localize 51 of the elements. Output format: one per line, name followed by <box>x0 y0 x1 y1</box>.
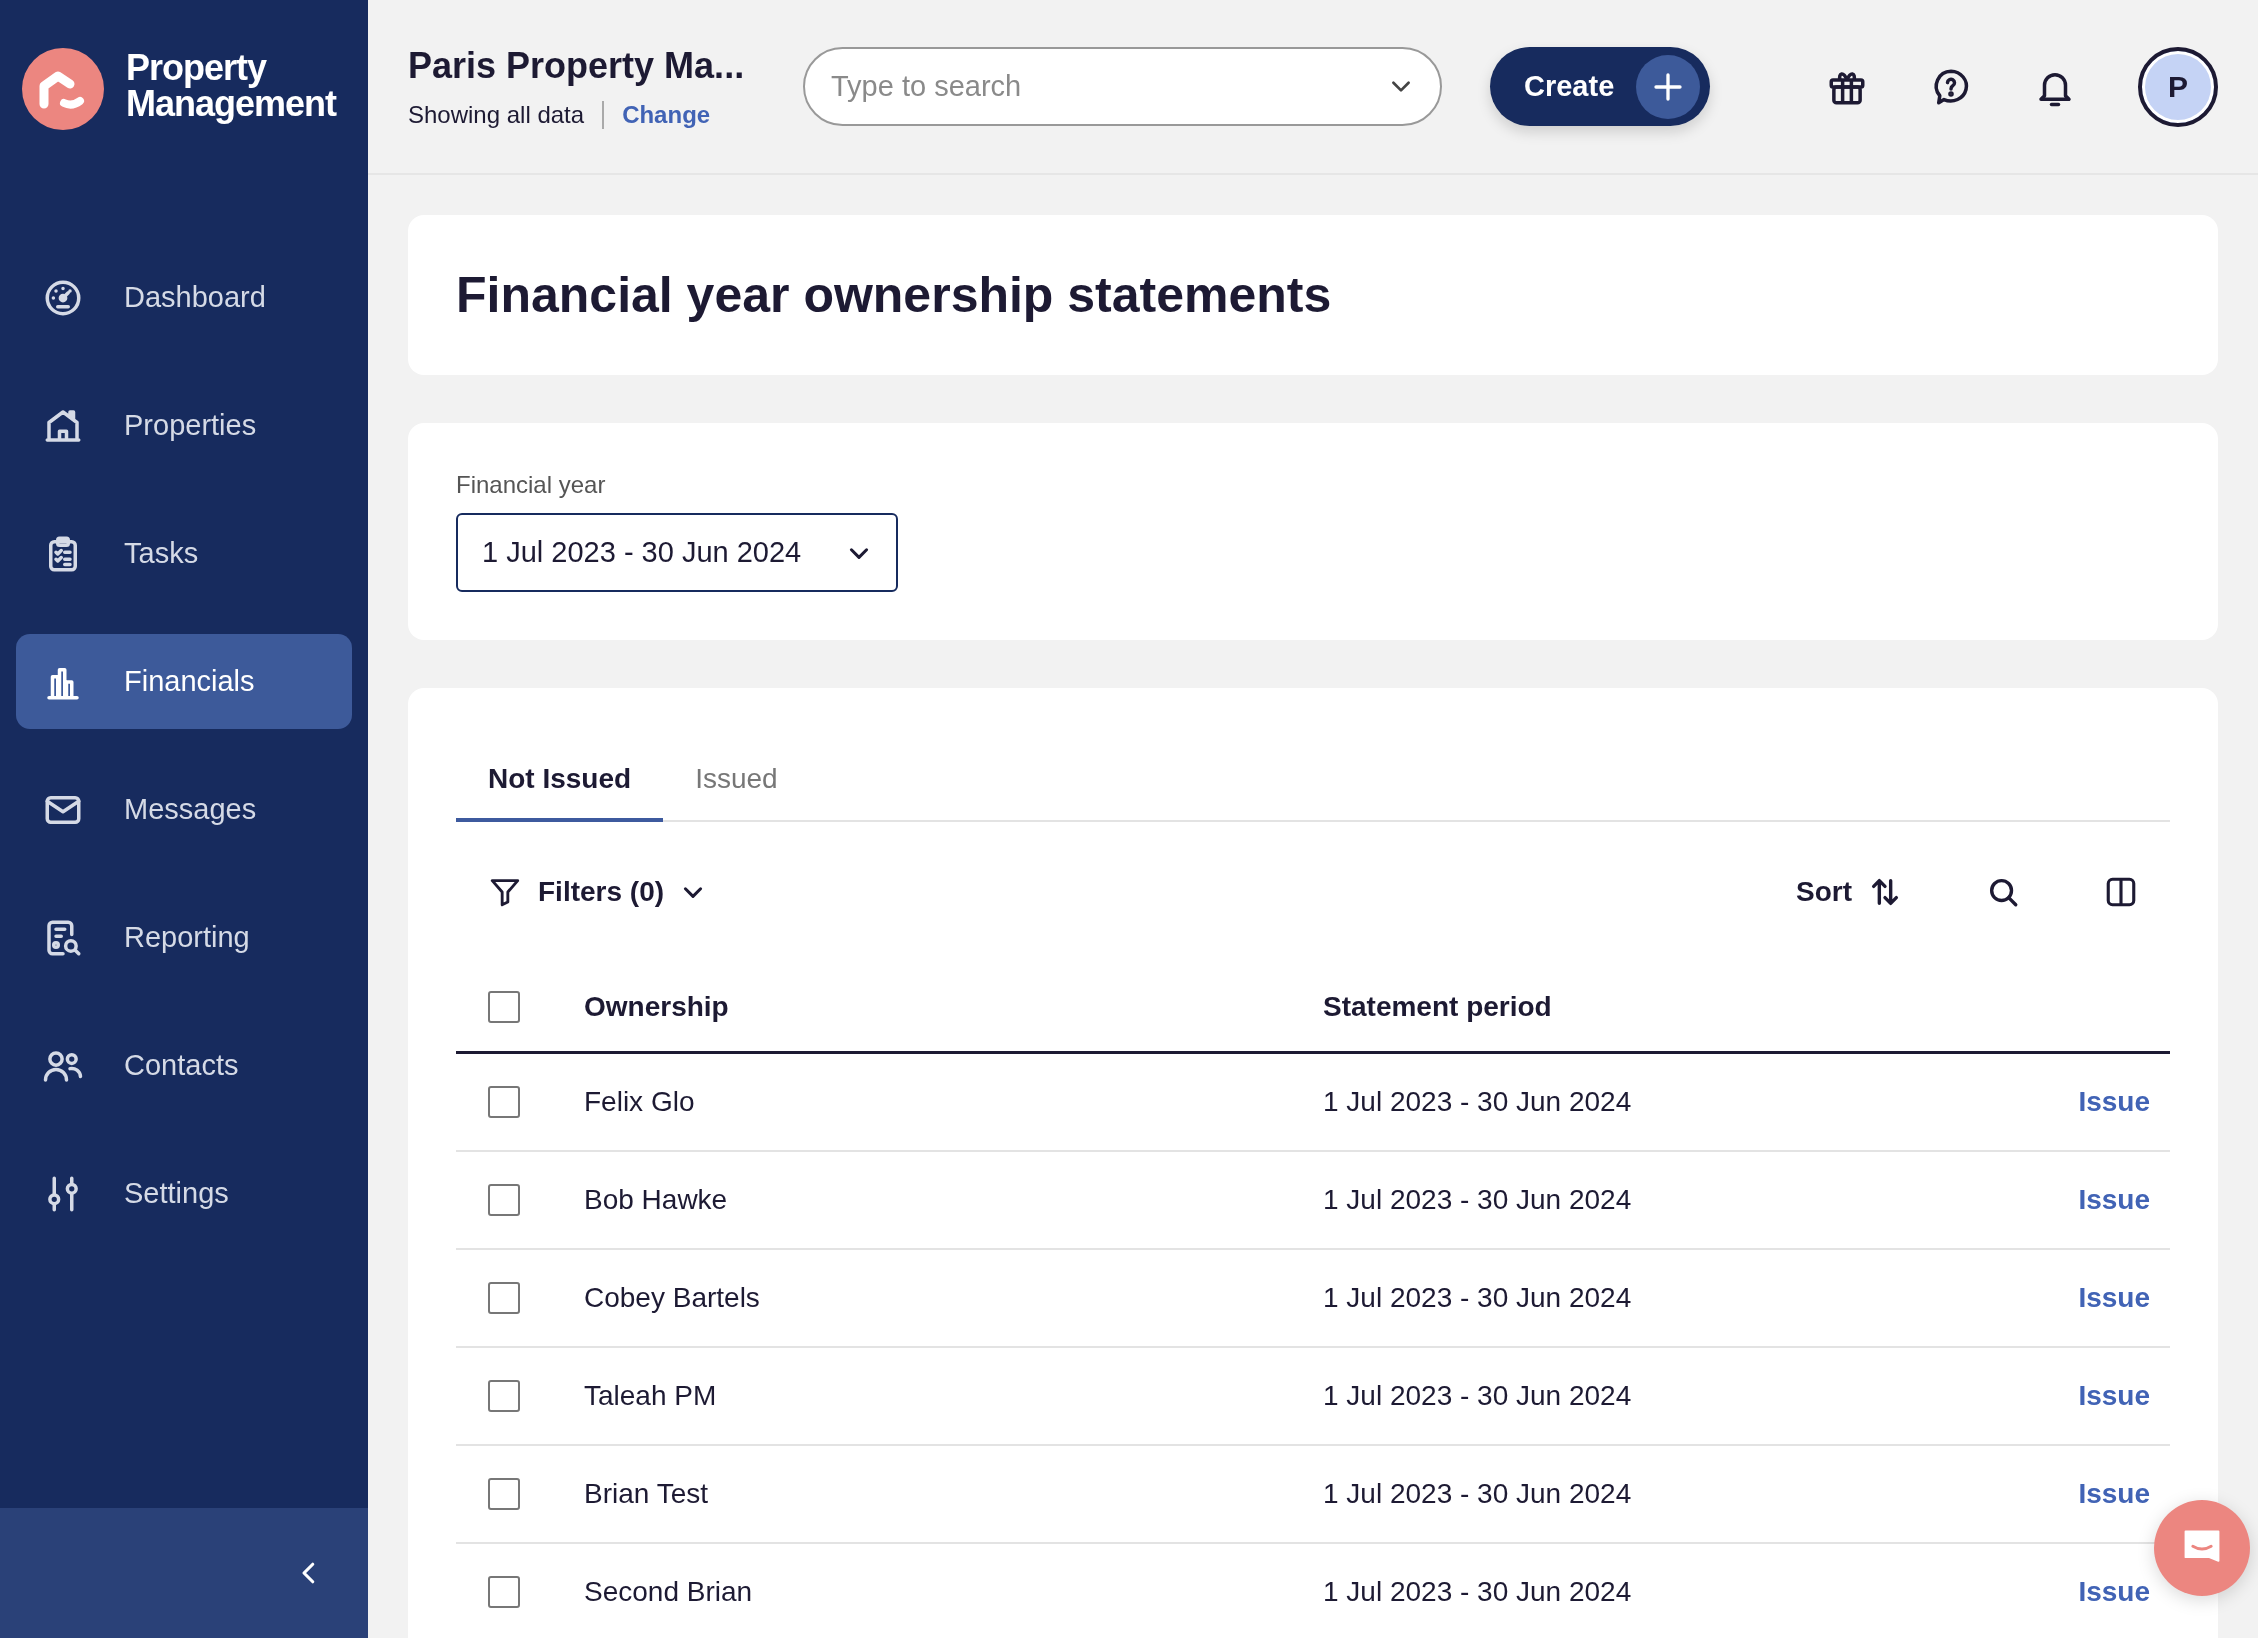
issue-link[interactable]: Issue <box>2078 1473 2150 1515</box>
sidebar-item[interactable]: Properties <box>16 378 352 473</box>
issue-link[interactable]: Issue <box>2078 1375 2150 1417</box>
table-cell-text: Brian Test <box>584 1477 709 1511</box>
table-cell-text: 1 Jul 2023 - 30 Jun 2024 <box>1323 1085 1632 1119</box>
row-checkbox[interactable] <box>488 1282 520 1314</box>
create-button[interactable]: Create <box>1490 47 1711 126</box>
issue-link[interactable]: Issue <box>2078 1179 2150 1221</box>
row-checkbox[interactable] <box>488 1478 520 1510</box>
table-cell-text: 1 Jul 2023 - 30 Jun 2024 <box>1323 1281 1632 1315</box>
sidebar-item[interactable]: Tasks <box>16 506 352 601</box>
logo-icon <box>22 48 104 130</box>
table-cell-text: 1 Jul 2023 - 30 Jun 2024 <box>1323 1575 1632 1609</box>
row-checkbox[interactable] <box>488 1086 520 1118</box>
data-scope-text: Showing all data <box>408 100 585 128</box>
columns-icon[interactable] <box>2104 875 2138 909</box>
select-all-checkbox[interactable] <box>488 990 520 1023</box>
search-field[interactable]: Type to search <box>803 47 1442 126</box>
sidebar-item[interactable]: Messages <box>16 762 352 857</box>
row-checkbox[interactable] <box>488 1576 520 1608</box>
sidebar-item[interactable]: Reporting <box>16 890 352 985</box>
row-checkbox[interactable] <box>488 1184 520 1216</box>
brand-name: Property Management <box>126 48 338 122</box>
issue-link[interactable]: Issue <box>2078 1277 2150 1319</box>
column-header: Statement period <box>1323 989 1553 1024</box>
sidebar-item[interactable]: Dashboard <box>16 250 352 345</box>
change-link[interactable]: Change <box>622 100 711 128</box>
sidebar-item[interactable]: Settings <box>16 1146 352 1241</box>
table-cell-text: Felix Glo <box>584 1085 696 1119</box>
tab[interactable]: Issued <box>663 758 810 822</box>
column-header: Ownership <box>584 989 730 1024</box>
tab[interactable]: Not Issued <box>456 758 664 822</box>
table-cell-text: Bob Hawke <box>584 1183 729 1217</box>
sidebar-item[interactable]: Contacts <box>16 1018 352 1113</box>
table-cell-text: 1 Jul 2023 - 30 Jun 2024 <box>1323 1183 1632 1217</box>
sort-button[interactable]: Sort <box>1796 871 1902 913</box>
account-name: Paris Property Ma... <box>408 43 746 88</box>
issue-link[interactable]: Issue <box>2078 1081 2150 1123</box>
row-checkbox[interactable] <box>488 1380 520 1412</box>
page-title: Financial year ownership statements <box>456 266 1333 325</box>
issue-link[interactable]: Issue <box>2078 1571 2150 1613</box>
user-avatar[interactable]: P <box>2138 46 2218 127</box>
field-label: Financial year <box>456 470 607 500</box>
table-cell-text: 1 Jul 2023 - 30 Jun 2024 <box>1323 1379 1632 1413</box>
table-cell-text: Taleah PM <box>584 1379 718 1413</box>
table-cell-text: Second Brian <box>584 1575 754 1609</box>
table-cell-text: Cobey Bartels <box>584 1281 761 1315</box>
sidebar-item[interactable]: Financials <box>16 634 352 729</box>
table-cell-text: 1 Jul 2023 - 30 Jun 2024 <box>1323 1477 1632 1511</box>
financial-year-select[interactable]: 1 Jul 2023 - 30 Jun 2024 <box>456 513 898 592</box>
filters-button[interactable]: Filters (0) <box>488 871 707 913</box>
